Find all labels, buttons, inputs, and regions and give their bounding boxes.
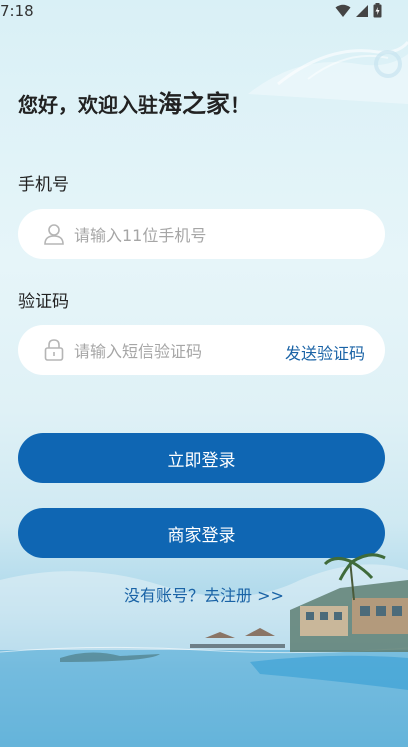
welcome-suffix: ！ — [230, 93, 250, 117]
code-label: 验证码 — [18, 292, 69, 312]
send-code-button[interactable]: 发送验证码 — [285, 340, 365, 364]
status-time: 7:18 — [0, 2, 34, 20]
wave-decoration — [248, 40, 408, 104]
welcome-text: 您好，欢迎入驻 — [18, 93, 158, 117]
signal-icon — [356, 4, 368, 17]
battery-icon — [373, 3, 382, 18]
seaside-scenery — [0, 553, 408, 747]
register-link[interactable]: 没有账号？去注册 >> — [0, 582, 408, 606]
wifi-icon — [335, 4, 351, 17]
code-input[interactable]: 请输入短信验证码 发送验证码 — [18, 325, 385, 375]
brand-name: 海之家 — [158, 90, 230, 118]
status-icons — [335, 3, 382, 18]
phone-input[interactable]: 请输入11位手机号 — [18, 209, 385, 259]
login-button[interactable]: 立即登录 — [18, 433, 385, 483]
phone-placeholder: 请输入11位手机号 — [74, 226, 207, 245]
user-icon — [42, 222, 66, 246]
welcome-heading: 您好，欢迎入驻海之家！ — [18, 84, 250, 119]
phone-label: 手机号 — [18, 175, 69, 195]
status-bar: 7:18 — [0, 0, 408, 24]
lock-icon — [42, 338, 66, 362]
